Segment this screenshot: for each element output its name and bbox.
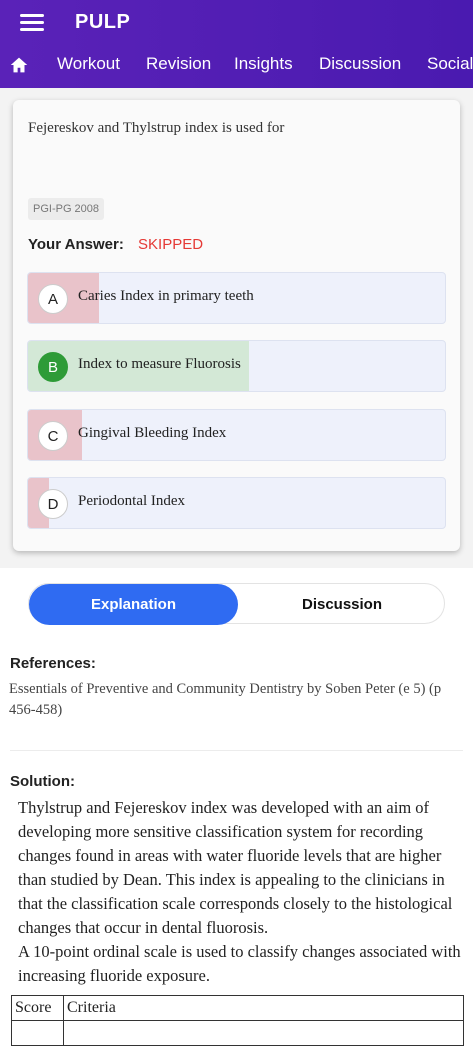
table-header-score: Score	[11, 995, 64, 1021]
option-a-text: Caries Index in primary teeth	[78, 288, 254, 304]
question-text: Fejereskov and Thylstrup index is used f…	[28, 120, 285, 136]
nav-tab-workout[interactable]: Workout	[57, 54, 120, 74]
option-c-letter: C	[38, 421, 68, 451]
your-answer-label: Your Answer:	[28, 236, 124, 253]
table-header-row: Score Criteria	[11, 995, 464, 1021]
hamburger-menu-icon[interactable]	[20, 14, 44, 32]
nav-tab-insights[interactable]: Insights	[234, 54, 293, 74]
home-icon[interactable]	[8, 54, 30, 76]
option-b-text: Index to measure Fluorosis	[78, 356, 241, 372]
solution-paragraph-2: A 10-point ordinal scale is used to clas…	[18, 942, 461, 985]
option-d-letter: D	[38, 489, 68, 519]
option-c-text: Gingival Bleeding Index	[78, 425, 227, 441]
option-a[interactable]: A Caries Index in primary teeth	[27, 272, 446, 324]
app-bar: PULP Workout Revision Insights Discussio…	[0, 0, 473, 88]
app-bar-top: PULP	[0, 0, 473, 44]
your-answer-row: Your Answer: SKIPPED	[28, 236, 203, 253]
nav-tab-discussion[interactable]: Discussion	[319, 54, 401, 74]
nav-tab-social[interactable]: Social	[427, 54, 473, 74]
section-divider	[10, 750, 463, 751]
nav-tab-revision[interactable]: Revision	[146, 54, 211, 74]
references-text: Essentials of Preventive and Community D…	[9, 681, 442, 718]
solution-body: Thylstrup and Fejereskov index was devel…	[18, 796, 464, 988]
app-title: PULP	[75, 11, 131, 33]
solution-paragraph-1: Thylstrup and Fejereskov index was devel…	[18, 798, 453, 937]
explanation-tab-button[interactable]: Explanation	[29, 584, 238, 625]
question-card: Fejereskov and Thylstrup index is used f…	[13, 100, 460, 551]
discussion-tab-button[interactable]: Discussion	[238, 584, 446, 625]
nav-tabs: Workout Revision Insights Discussion Soc…	[0, 44, 473, 88]
option-a-letter: A	[38, 284, 68, 314]
option-d[interactable]: D Periodontal Index	[27, 477, 446, 529]
exam-tag: PGI-PG 2008	[28, 198, 105, 220]
references-heading: References:	[10, 655, 96, 672]
table-header-criteria: Criteria	[63, 995, 464, 1021]
option-c[interactable]: C Gingival Bleeding Index	[27, 409, 446, 461]
your-answer-status: SKIPPED	[138, 236, 204, 253]
explanation-discussion-toggle: Explanation Discussion	[28, 583, 446, 625]
option-b-letter: B	[38, 352, 68, 382]
criteria-table: Score Criteria	[11, 995, 464, 1046]
option-d-text: Periodontal Index	[78, 493, 186, 509]
solution-heading: Solution:	[10, 773, 75, 790]
option-b[interactable]: B Index to measure Fluorosis	[27, 340, 446, 392]
table-row	[11, 1020, 464, 1046]
